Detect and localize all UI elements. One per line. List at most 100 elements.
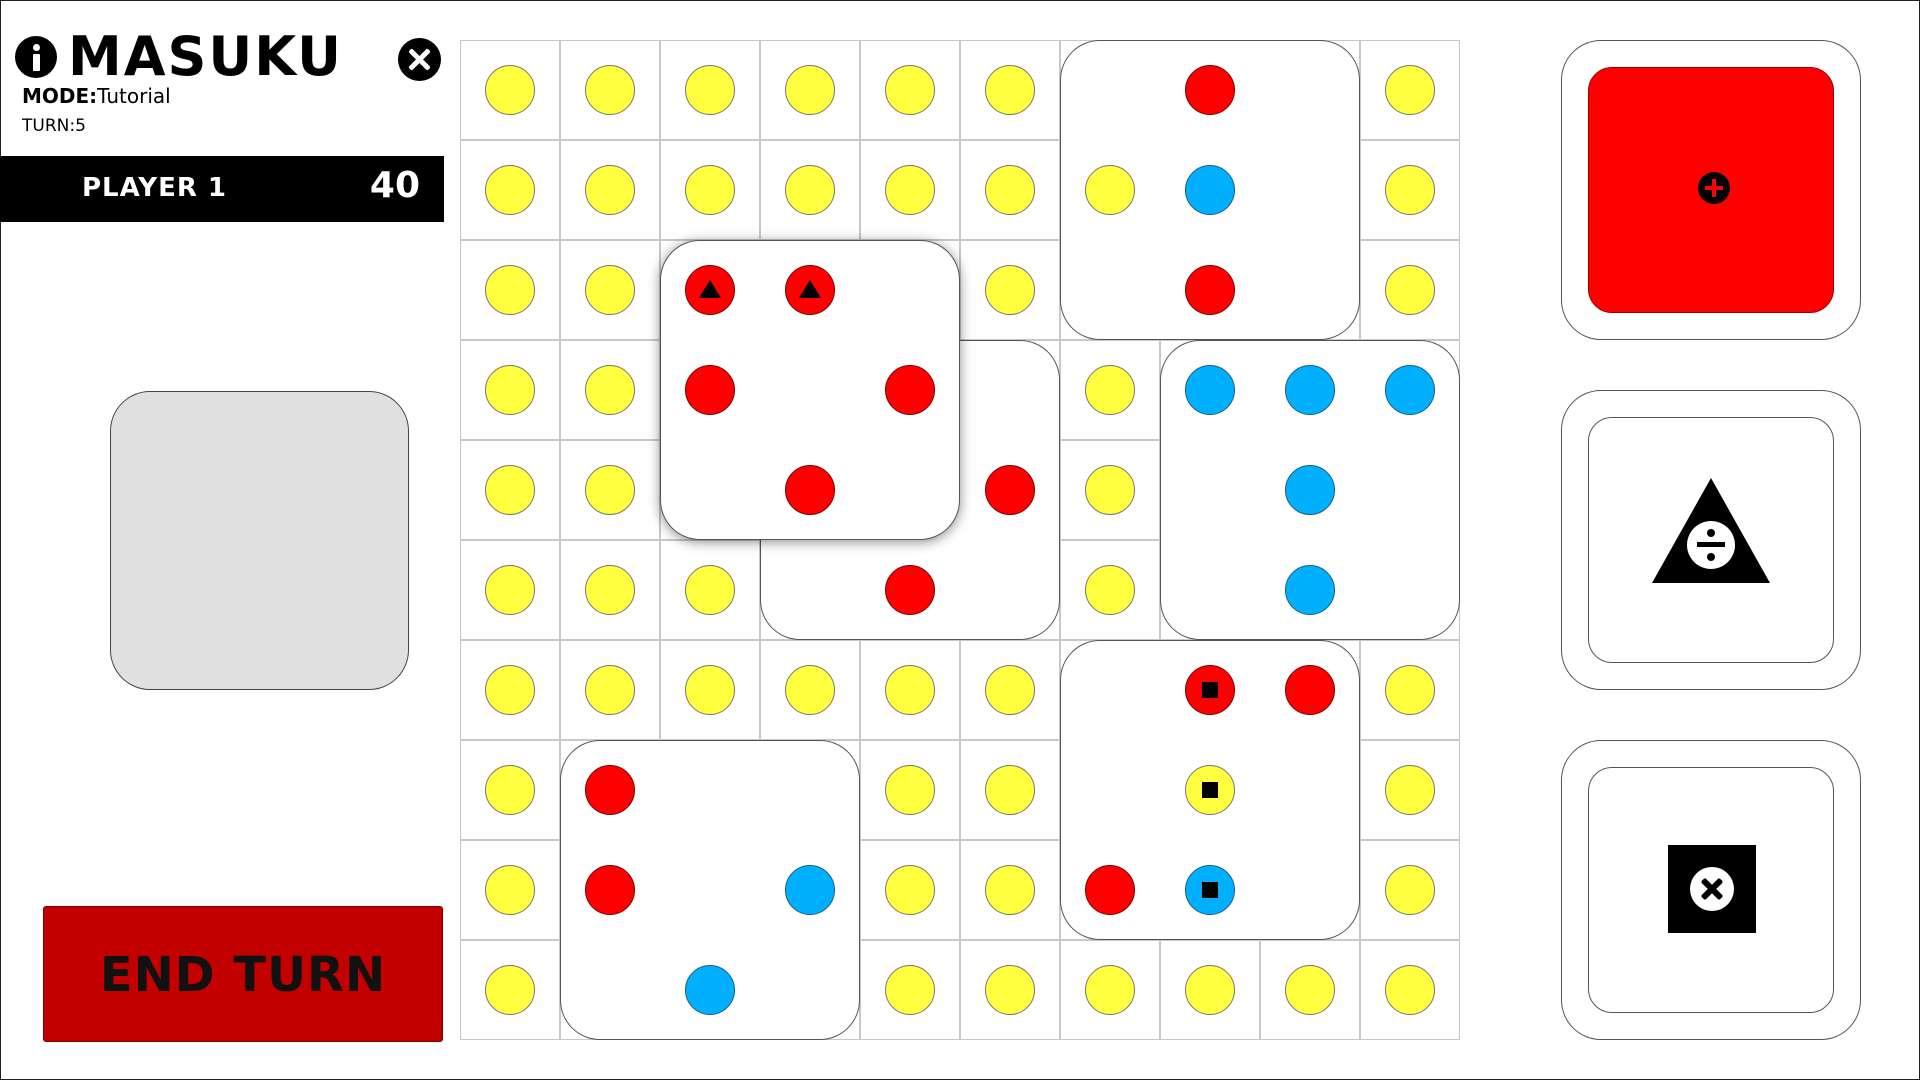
board-dot — [1085, 465, 1135, 515]
board-dot — [485, 165, 535, 215]
board-dot — [885, 765, 935, 815]
board-dot — [885, 865, 935, 915]
game-board[interactable] — [460, 40, 1460, 1040]
board-dot — [1285, 965, 1335, 1015]
tile-dot-blue — [1185, 865, 1235, 915]
tile-dot-red — [785, 265, 835, 315]
board-dot — [685, 565, 735, 615]
tile-dot-red — [885, 365, 935, 415]
tile-dot-yellow — [1085, 165, 1135, 215]
mode-label: MODE: — [22, 84, 98, 108]
board-dot — [985, 865, 1035, 915]
board-dot — [1385, 865, 1435, 915]
tile-dot-red — [1185, 665, 1235, 715]
board-dot — [1385, 265, 1435, 315]
triangle-symbol-icon — [699, 280, 721, 298]
board-dot — [885, 665, 935, 715]
end-turn-button[interactable]: END TURN — [43, 906, 443, 1042]
x-box-icon — [1668, 845, 1756, 933]
tile-dot-red — [985, 465, 1035, 515]
board-dot — [985, 665, 1035, 715]
add-action-slot[interactable] — [1561, 40, 1861, 340]
board-dot — [585, 565, 635, 615]
board-dot — [685, 665, 735, 715]
board-dot — [1385, 65, 1435, 115]
turn-value: 5 — [75, 116, 86, 136]
tile-dot-blue — [1285, 365, 1335, 415]
player-score-bar: PLAYER 1 40 — [0, 156, 444, 222]
board-dot — [885, 65, 935, 115]
tile-dot-blue — [685, 965, 735, 1015]
placed-tile[interactable] — [1160, 340, 1460, 640]
board-dot — [1385, 765, 1435, 815]
board-dot — [485, 965, 535, 1015]
tile-dot-blue — [785, 865, 835, 915]
info-icon[interactable] — [15, 36, 57, 78]
board-dot — [785, 665, 835, 715]
tile-dot-blue — [1285, 565, 1335, 615]
tile-dot-blue — [1185, 165, 1235, 215]
divide-action-button[interactable] — [1588, 417, 1834, 663]
tile-dot-blue — [1185, 365, 1235, 415]
placed-tile[interactable] — [1060, 40, 1360, 340]
tile-dot-red — [1185, 265, 1235, 315]
board-dot — [985, 965, 1035, 1015]
board-dot — [985, 765, 1035, 815]
tile-dot-red — [1185, 65, 1235, 115]
board-dot — [1185, 965, 1235, 1015]
tile-dot-red — [1285, 665, 1335, 715]
board-dot — [485, 65, 535, 115]
turn-indicator: TURN:5 — [22, 116, 86, 136]
board-dot — [1085, 365, 1135, 415]
board-dot — [885, 165, 935, 215]
tile-dot-yellow — [1185, 765, 1235, 815]
add-action-button[interactable] — [1588, 67, 1834, 313]
board-dot — [985, 265, 1035, 315]
mode-value: Tutorial — [97, 84, 171, 108]
board-dot — [585, 65, 635, 115]
triangle-symbol-icon — [799, 280, 821, 298]
close-icon[interactable] — [398, 38, 441, 81]
tile-dot-red — [685, 265, 735, 315]
board-dot — [685, 165, 735, 215]
square-symbol-icon — [1202, 882, 1218, 898]
discard-action-slot[interactable] — [1561, 740, 1861, 1040]
board-dot — [885, 965, 935, 1015]
turn-label: TURN: — [22, 116, 76, 136]
board-dot — [485, 865, 535, 915]
placed-tile[interactable] — [660, 240, 960, 540]
triangle-divide-icon — [1652, 478, 1770, 583]
divide-action-slot[interactable] — [1561, 390, 1861, 690]
board-dot — [485, 565, 535, 615]
board-dot — [585, 465, 635, 515]
tile-dot-red — [885, 565, 935, 615]
mode-indicator: MODE:Tutorial — [22, 84, 171, 108]
board-dot — [985, 65, 1035, 115]
board-dot — [585, 165, 635, 215]
board-dot — [585, 265, 635, 315]
board-dot — [485, 365, 535, 415]
hand-tile-slot[interactable] — [110, 391, 409, 690]
board-dot — [785, 65, 835, 115]
placed-tile[interactable] — [560, 740, 860, 1040]
board-dot — [485, 765, 535, 815]
player-name: PLAYER 1 — [82, 173, 228, 203]
tile-dot-red — [685, 365, 735, 415]
board-dot — [585, 365, 635, 415]
tile-dot-blue — [1385, 365, 1435, 415]
placed-tile[interactable] — [1060, 640, 1360, 940]
board-dot — [1385, 165, 1435, 215]
tile-dot-blue — [1285, 465, 1335, 515]
discard-action-button[interactable] — [1588, 767, 1834, 1013]
board-dot — [585, 665, 635, 715]
board-dot — [1385, 965, 1435, 1015]
board-dot — [685, 65, 735, 115]
square-symbol-icon — [1202, 782, 1218, 798]
board-dot — [485, 665, 535, 715]
tile-dot-red — [1085, 865, 1135, 915]
game-title: MASUKU — [68, 25, 344, 88]
plus-circle-icon — [1698, 172, 1730, 204]
board-dot — [1385, 665, 1435, 715]
square-symbol-icon — [1202, 682, 1218, 698]
board-dot — [1085, 965, 1135, 1015]
